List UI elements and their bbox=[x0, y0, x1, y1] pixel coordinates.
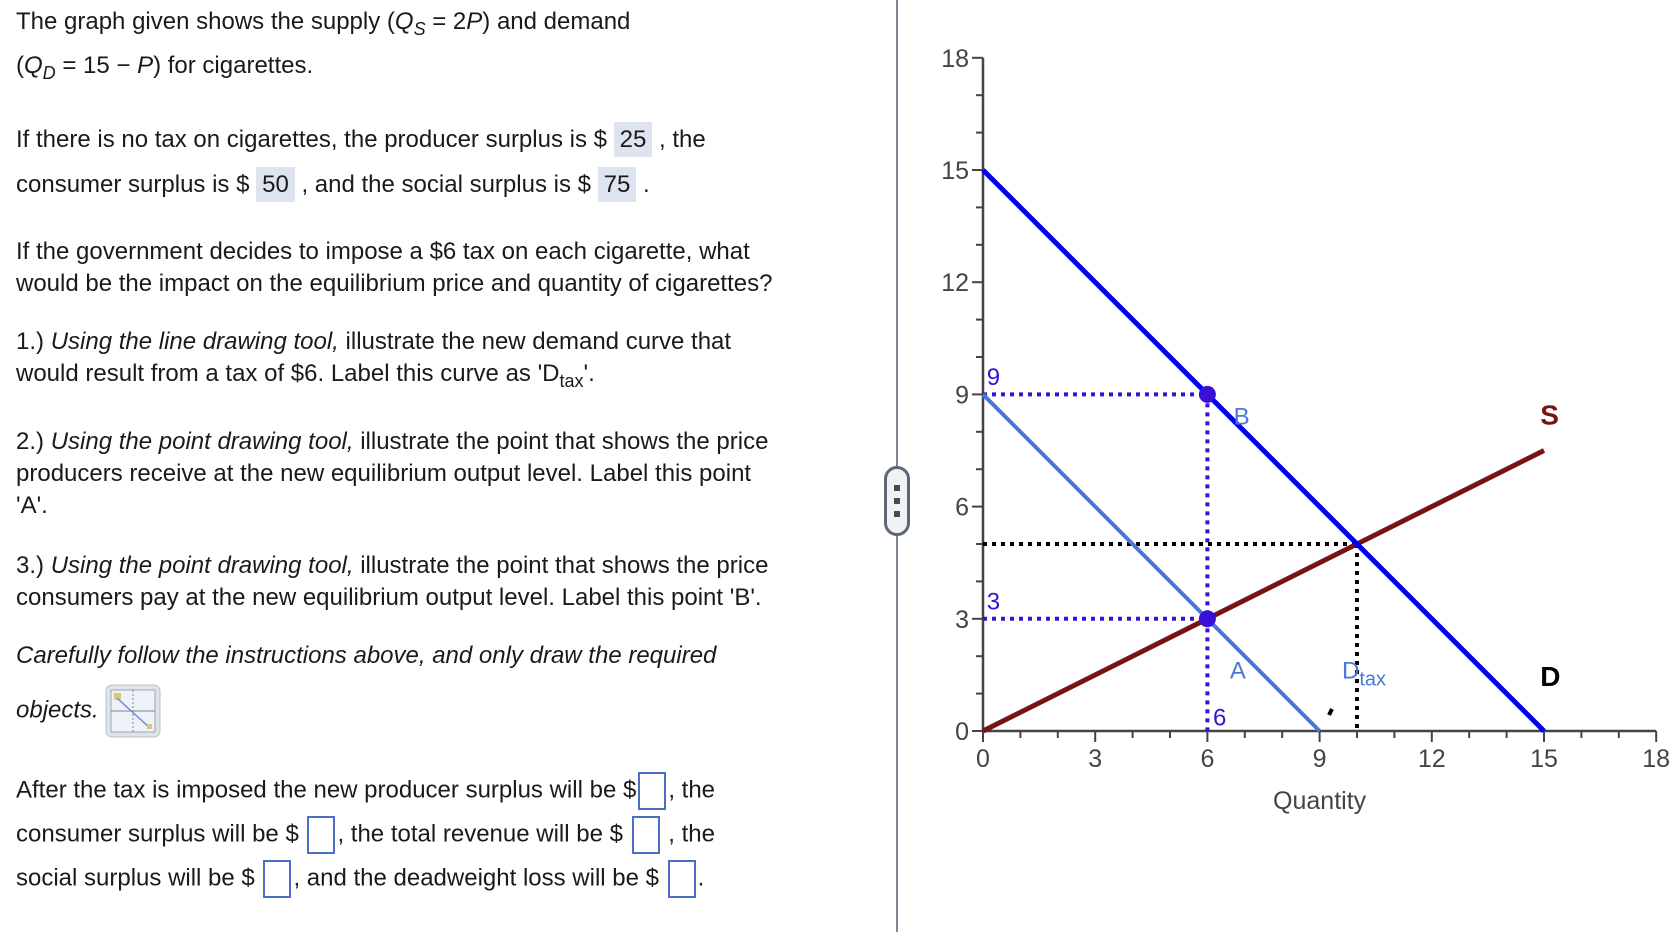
x-tick-label: 15 bbox=[1530, 745, 1558, 773]
x-axis-label: Quantity bbox=[1273, 787, 1367, 815]
x-tick-label: 9 bbox=[1313, 745, 1327, 773]
y-tick-label: 0 bbox=[955, 718, 969, 746]
y-tick-label: 3 bbox=[955, 606, 969, 634]
guide-lines bbox=[983, 392, 1359, 731]
point-a bbox=[1198, 610, 1216, 628]
point-b bbox=[1198, 385, 1216, 403]
annotation-6: 6 bbox=[1213, 704, 1226, 731]
curve-s bbox=[981, 448, 1546, 734]
y-tick-label: 6 bbox=[955, 494, 969, 522]
y-tick-label: 15 bbox=[941, 157, 969, 185]
annotation-s: S bbox=[1540, 399, 1559, 430]
y-tick-label: 9 bbox=[955, 381, 969, 409]
annotation-dtax: Dtax bbox=[1342, 658, 1386, 691]
x-tick-label: 3 bbox=[1088, 745, 1102, 773]
x-tick-label: 12 bbox=[1418, 745, 1446, 773]
annotation-d: D bbox=[1540, 661, 1560, 692]
annotation-a: A bbox=[1230, 658, 1246, 685]
y-tick-label: 18 bbox=[941, 45, 969, 73]
stray-mark bbox=[1327, 708, 1334, 716]
x-tick-label: 0 bbox=[976, 745, 990, 773]
y-tick-label: 12 bbox=[941, 269, 969, 297]
axes: 0 3 6 9 12 15 18 0 3 6 9 12 15 18 bbox=[941, 45, 1670, 773]
annotation-subscript: tax bbox=[1359, 669, 1386, 691]
annotations: S D B A Dtax 9 3 6 bbox=[987, 364, 1561, 731]
annotation-3: 3 bbox=[987, 588, 1000, 615]
annotation-9: 9 bbox=[987, 364, 1000, 391]
supply-demand-chart[interactable]: 0 3 6 9 12 15 18 0 3 6 9 12 15 18 S D B A Dtax 9 3 6 Quantit… bbox=[0, 0, 1678, 932]
annotation-b: B bbox=[1234, 403, 1250, 430]
curve-dtax bbox=[981, 392, 1322, 733]
curves bbox=[981, 168, 1546, 734]
x-tick-label: 6 bbox=[1200, 745, 1214, 773]
curve-d bbox=[981, 168, 1546, 733]
x-tick-label: 18 bbox=[1642, 745, 1670, 773]
